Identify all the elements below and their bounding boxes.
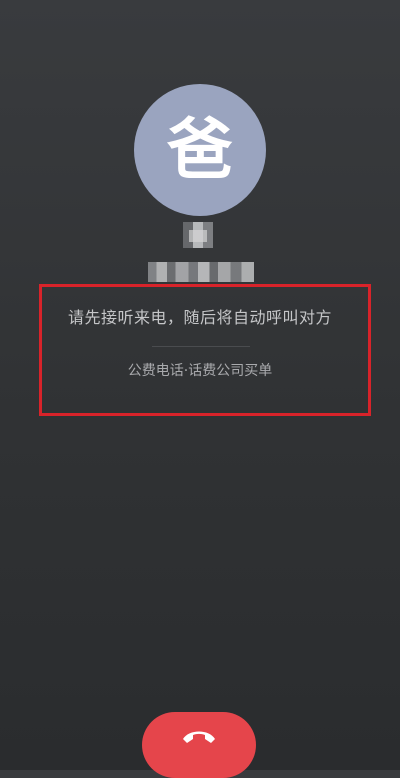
callback-notice: 请先接听来电，随后将自动呼叫对方 xyxy=(67,308,332,327)
phone-hangup-icon xyxy=(183,731,215,743)
notice-divider xyxy=(152,346,250,347)
avatar-character: 爸 xyxy=(167,111,233,188)
caller-number-pixelated xyxy=(148,262,254,282)
hangup-button[interactable] xyxy=(142,712,256,778)
caller-name-pixelated xyxy=(183,222,213,248)
billing-subline: 公费电话·话费公司买单 xyxy=(127,363,273,379)
caller-avatar: 爸 xyxy=(134,84,266,216)
